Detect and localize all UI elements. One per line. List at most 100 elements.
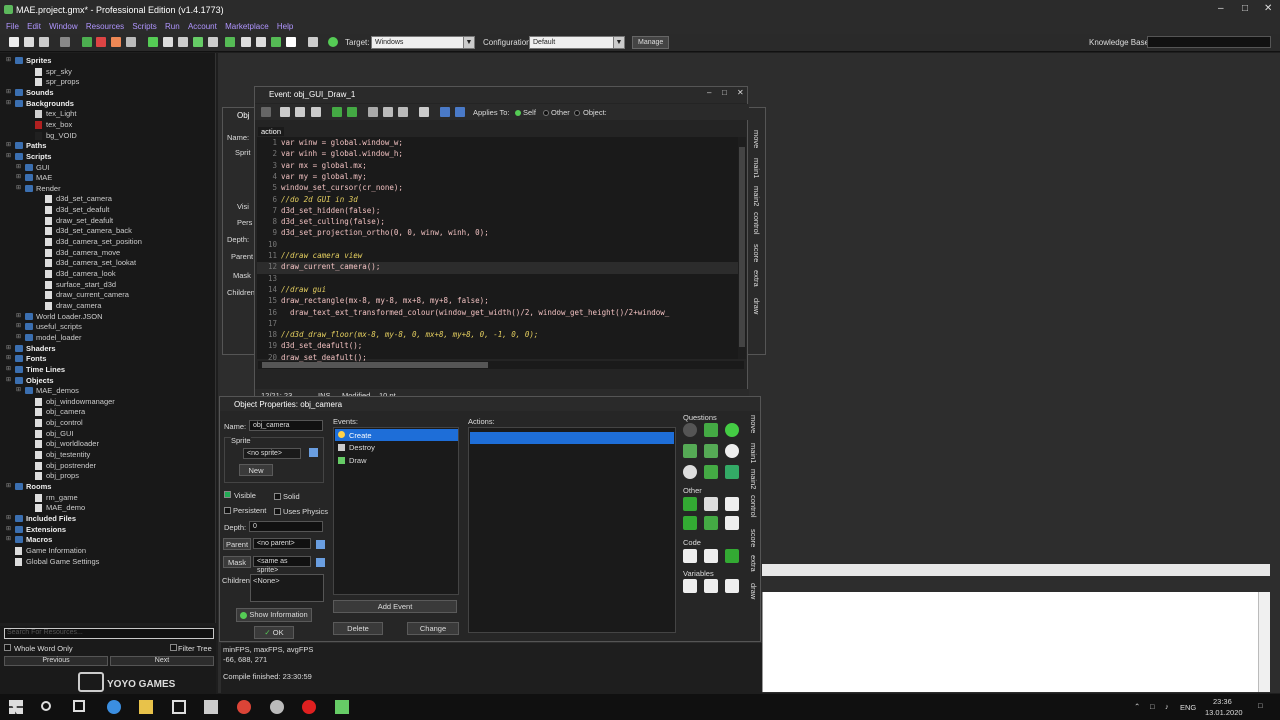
change-event-button[interactable]: Change bbox=[407, 622, 459, 635]
code-line[interactable]: 12 draw_current_camera(); bbox=[257, 262, 741, 274]
save-project-icon[interactable] bbox=[39, 37, 49, 47]
find-icon[interactable] bbox=[419, 107, 429, 117]
cut-icon[interactable] bbox=[368, 107, 378, 117]
obj-tab-score[interactable]: score bbox=[749, 529, 758, 547]
expand-icon[interactable]: ⊞ bbox=[16, 387, 23, 394]
expand-icon[interactable]: ⊞ bbox=[16, 164, 23, 171]
var-set-icon[interactable] bbox=[683, 579, 697, 593]
expand-icon[interactable]: ⊞ bbox=[16, 185, 23, 192]
menu-scripts[interactable]: Scripts bbox=[132, 22, 156, 31]
menu-file[interactable]: File bbox=[6, 22, 19, 31]
var-draw-icon[interactable] bbox=[725, 579, 739, 593]
events-list[interactable]: Create Destroy Draw bbox=[333, 427, 459, 595]
notification-icon[interactable]: □ bbox=[1258, 701, 1263, 710]
object-res-icon[interactable] bbox=[271, 37, 281, 47]
code-line[interactable]: 19 d3d_set_deafult(); bbox=[257, 341, 741, 352]
code-line[interactable]: 11 //draw camera view bbox=[257, 251, 741, 262]
question-instance-count-icon[interactable] bbox=[683, 444, 697, 458]
children-list[interactable]: <None> bbox=[250, 574, 324, 602]
filter-tree-checkbox[interactable] bbox=[170, 644, 177, 651]
expand-icon[interactable]: ⊞ bbox=[6, 100, 13, 107]
ok-button[interactable]: ✓ OK bbox=[254, 626, 294, 639]
expand-icon[interactable]: ⊞ bbox=[16, 323, 23, 330]
timeline-res-icon[interactable] bbox=[256, 37, 266, 47]
menu-edit[interactable]: Edit bbox=[27, 22, 41, 31]
tab-draw[interactable]: draw bbox=[752, 298, 761, 314]
target-select[interactable]: Windows ▼ bbox=[371, 36, 475, 49]
script-res-icon[interactable] bbox=[208, 37, 218, 47]
minimize-icon[interactable]: – bbox=[707, 88, 711, 97]
menu-help[interactable]: Help bbox=[277, 22, 293, 31]
other-call-event-icon[interactable] bbox=[725, 516, 739, 530]
expand-icon[interactable]: ⊞ bbox=[6, 57, 13, 64]
game-settings-icon[interactable] bbox=[308, 37, 318, 47]
code-editor[interactable]: 1 var winw = global.window_w; 2 var winh = … bbox=[257, 137, 741, 362]
shader-res-icon[interactable] bbox=[225, 37, 235, 47]
menu-run[interactable]: Run bbox=[165, 22, 180, 31]
clean-icon[interactable] bbox=[126, 37, 136, 47]
expand-icon[interactable]: ⊞ bbox=[6, 142, 13, 149]
tray-network-icon[interactable]: □ bbox=[1150, 702, 1155, 711]
obj-tab-main2[interactable]: main2 bbox=[749, 469, 758, 489]
record-icon[interactable] bbox=[302, 700, 316, 714]
tab-score[interactable]: score bbox=[752, 244, 761, 262]
physics-checkbox[interactable] bbox=[274, 508, 281, 515]
other-end-block-icon[interactable] bbox=[725, 497, 739, 511]
export-icon[interactable] bbox=[60, 37, 70, 47]
mask-browse-icon[interactable] bbox=[316, 558, 325, 567]
chrome-icon[interactable] bbox=[237, 700, 251, 714]
code-script-icon[interactable] bbox=[704, 549, 718, 563]
maximize-icon[interactable]: □ bbox=[722, 88, 727, 97]
question-check-empty-icon[interactable] bbox=[683, 423, 697, 437]
mask-button[interactable]: Mask bbox=[223, 556, 251, 568]
other-start-block-icon[interactable] bbox=[704, 497, 718, 511]
code-line[interactable]: 10 bbox=[257, 240, 741, 251]
parent-field[interactable]: <no parent> bbox=[253, 538, 311, 549]
action-item-selected[interactable] bbox=[470, 432, 674, 444]
config-select[interactable]: Default ▼ bbox=[529, 36, 625, 49]
tray-time[interactable]: 23:36 bbox=[1213, 697, 1232, 706]
calculator-icon[interactable] bbox=[204, 700, 218, 714]
undo-icon[interactable] bbox=[332, 107, 342, 117]
new-project-icon[interactable] bbox=[9, 37, 19, 47]
code-execute-icon[interactable] bbox=[683, 549, 697, 563]
tray-date[interactable]: 13.01.2020 bbox=[1205, 708, 1243, 717]
debug-icon[interactable] bbox=[96, 37, 106, 47]
question-grid-icon[interactable] bbox=[725, 465, 739, 479]
tab-main2[interactable]: main2 bbox=[752, 186, 761, 206]
obj-tab-extra[interactable]: extra bbox=[749, 555, 758, 572]
store-icon[interactable] bbox=[172, 700, 186, 714]
expand-icon[interactable]: ⊞ bbox=[16, 334, 23, 341]
sound-res-icon[interactable] bbox=[163, 37, 173, 47]
path-res-icon[interactable] bbox=[193, 37, 203, 47]
next-button[interactable]: Next bbox=[110, 656, 214, 666]
stop-icon[interactable] bbox=[111, 37, 121, 47]
redo-icon[interactable] bbox=[347, 107, 357, 117]
minimize-icon[interactable]: – bbox=[1218, 3, 1224, 14]
previous-button[interactable]: Previous bbox=[4, 656, 108, 666]
parent-button[interactable]: Parent bbox=[223, 538, 251, 550]
code-line[interactable]: 20 draw_set_deafult(); bbox=[257, 353, 741, 364]
expand-icon[interactable]: ⊞ bbox=[6, 515, 13, 522]
delete-event-button[interactable]: Delete bbox=[333, 622, 383, 635]
sprite-field[interactable]: <no sprite> bbox=[243, 448, 301, 459]
menu-resources[interactable]: Resources bbox=[86, 22, 124, 31]
tray-language[interactable]: ENG bbox=[1180, 703, 1196, 712]
app-icon-feather[interactable] bbox=[270, 700, 284, 714]
manage-button[interactable]: Manage bbox=[632, 36, 670, 49]
question-check-object-icon[interactable] bbox=[725, 423, 739, 437]
output-vscroll[interactable] bbox=[1258, 592, 1270, 692]
code-line[interactable]: 14 //draw gui bbox=[257, 285, 741, 296]
file-explorer-icon[interactable] bbox=[139, 700, 153, 714]
menu-marketplace[interactable]: Marketplace bbox=[225, 22, 269, 31]
name-field[interactable]: obj_camera bbox=[249, 420, 323, 431]
persistent-checkbox[interactable] bbox=[224, 507, 231, 514]
expand-icon[interactable]: ⊞ bbox=[6, 153, 13, 160]
other-radio[interactable] bbox=[543, 110, 549, 116]
actions-list[interactable] bbox=[468, 427, 676, 633]
help-icon[interactable] bbox=[328, 37, 338, 47]
tab-main1[interactable]: main1 bbox=[752, 158, 761, 178]
menu-account[interactable]: Account bbox=[188, 22, 217, 31]
background-res-icon[interactable] bbox=[178, 37, 188, 47]
code-line[interactable]: 5 window_set_cursor(cr_none); bbox=[257, 183, 741, 194]
